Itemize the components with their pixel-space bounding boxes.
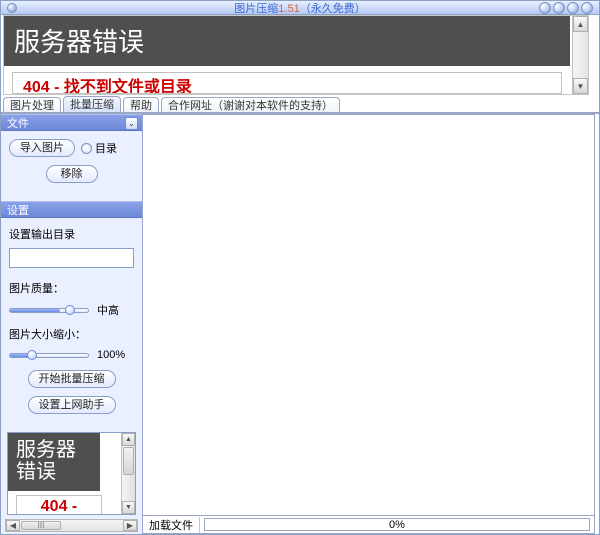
quality-label: 图片质量： bbox=[9, 280, 134, 296]
content-panel: 加载文件 0% bbox=[143, 114, 595, 534]
tab-image-process[interactable]: 图片处理 bbox=[3, 97, 61, 113]
import-images-button[interactable]: 导入图片 bbox=[9, 139, 75, 157]
main-area: 文件 ⌄ 导入图片 目录 移除 设置 设置输 bbox=[1, 113, 599, 534]
sysmenu-icon[interactable] bbox=[7, 3, 17, 13]
scroll-right-icon[interactable]: ▶ bbox=[123, 520, 137, 531]
shrink-value: 100% bbox=[97, 349, 125, 361]
close-button[interactable] bbox=[581, 2, 593, 14]
title-appname: 图片压缩 bbox=[234, 3, 278, 15]
banner-inner: 服务器错误 404 - 找不到文件或目录 ▲ ▼ bbox=[3, 15, 589, 95]
scroll-thumb[interactable] bbox=[123, 447, 134, 475]
hscroll-thumb[interactable]: III bbox=[21, 521, 61, 530]
tab-help[interactable]: 帮助 bbox=[123, 97, 159, 113]
progress-percent: 0% bbox=[389, 519, 405, 531]
group-header-file[interactable]: 文件 ⌄ bbox=[1, 114, 142, 131]
remove-button[interactable]: 移除 bbox=[46, 165, 98, 183]
scroll-down-icon[interactable]: ▼ bbox=[573, 78, 588, 94]
app-window: 图片压缩1.51（永久免费） 服务器错误 404 - 找不到文件或目录 ▲ ▼ bbox=[0, 0, 600, 535]
sidebar: 文件 ⌄ 导入图片 目录 移除 设置 设置输 bbox=[1, 114, 143, 534]
status-bar: 加载文件 0% bbox=[143, 515, 594, 533]
quality-slider[interactable] bbox=[9, 303, 89, 317]
tab-batch-compress[interactable]: 批量压缩 bbox=[63, 96, 121, 113]
content-blank bbox=[143, 115, 594, 515]
title-bar: 图片压缩1.51（永久免费） bbox=[1, 1, 599, 15]
scroll-down-icon[interactable]: ▼ bbox=[122, 501, 135, 514]
net-helper-button[interactable]: 设置上网助手 bbox=[28, 396, 116, 414]
group-body-settings: 设置输出目录 图片质量： 中高 图片大小缩小： bbox=[1, 218, 142, 432]
banner-error-msg: 找不到文件或目录 bbox=[64, 79, 192, 94]
preview-heading: 服务器 错误 bbox=[8, 433, 100, 491]
radio-directory-label: 目录 bbox=[95, 140, 117, 156]
title-suffix: （永久免费） bbox=[300, 3, 366, 15]
minimize-button[interactable] bbox=[539, 2, 551, 14]
preview-panel: 服务器 错误 404 - 找不到 ▲ ▼ bbox=[7, 432, 136, 515]
shrink-slider[interactable] bbox=[9, 348, 89, 362]
group-header-settings[interactable]: 设置 bbox=[1, 201, 142, 218]
scroll-up-icon[interactable]: ▲ bbox=[573, 16, 588, 32]
window-controls bbox=[539, 2, 593, 14]
tab-strip: 图片处理 批量压缩 帮助 合作网址（谢谢对本软件的支持） bbox=[1, 95, 599, 113]
maximize-button[interactable] bbox=[553, 2, 565, 14]
banner-error-code: 404 - bbox=[13, 79, 64, 94]
banner-frame: 服务器错误 404 - 找不到文件或目录 ▲ ▼ bbox=[1, 15, 599, 95]
chevron-down-icon[interactable]: ⌄ bbox=[125, 117, 138, 130]
output-dir-label: 设置输出目录 bbox=[9, 226, 134, 242]
shrink-label: 图片大小缩小： bbox=[9, 326, 134, 342]
window-title: 图片压缩1.51（永久免费） bbox=[234, 0, 365, 16]
scroll-left-icon[interactable]: ◀ bbox=[6, 520, 20, 531]
scroll-up-icon[interactable]: ▲ bbox=[122, 433, 135, 446]
preview-scrollbar[interactable]: ▲ ▼ bbox=[121, 433, 135, 514]
status-label: 加载文件 bbox=[143, 517, 200, 533]
banner-heading: 服务器错误 bbox=[4, 16, 570, 66]
output-dir-input[interactable] bbox=[9, 248, 134, 268]
group-file-label: 文件 bbox=[7, 115, 29, 131]
title-version: 1.51 bbox=[278, 3, 299, 15]
tab-partner[interactable]: 合作网址（谢谢对本软件的支持） bbox=[161, 97, 340, 113]
preview-error-box: 404 - 找不到 bbox=[16, 495, 102, 515]
start-compress-button[interactable]: 开始批量压缩 bbox=[28, 370, 116, 388]
preview-error-code: 404 - bbox=[17, 498, 101, 515]
banner-scrollbar[interactable]: ▲ ▼ bbox=[572, 16, 588, 94]
sidebar-hscroll[interactable]: ◀ III ▶ bbox=[5, 519, 138, 532]
minimize2-button[interactable] bbox=[567, 2, 579, 14]
progress-bar: 0% bbox=[204, 518, 590, 531]
group-body-file: 导入图片 目录 移除 bbox=[1, 131, 142, 201]
banner-error-box: 404 - 找不到文件或目录 bbox=[12, 72, 562, 94]
radio-directory[interactable] bbox=[81, 143, 92, 154]
group-settings-label: 设置 bbox=[7, 202, 29, 218]
quality-value: 中高 bbox=[97, 302, 119, 318]
